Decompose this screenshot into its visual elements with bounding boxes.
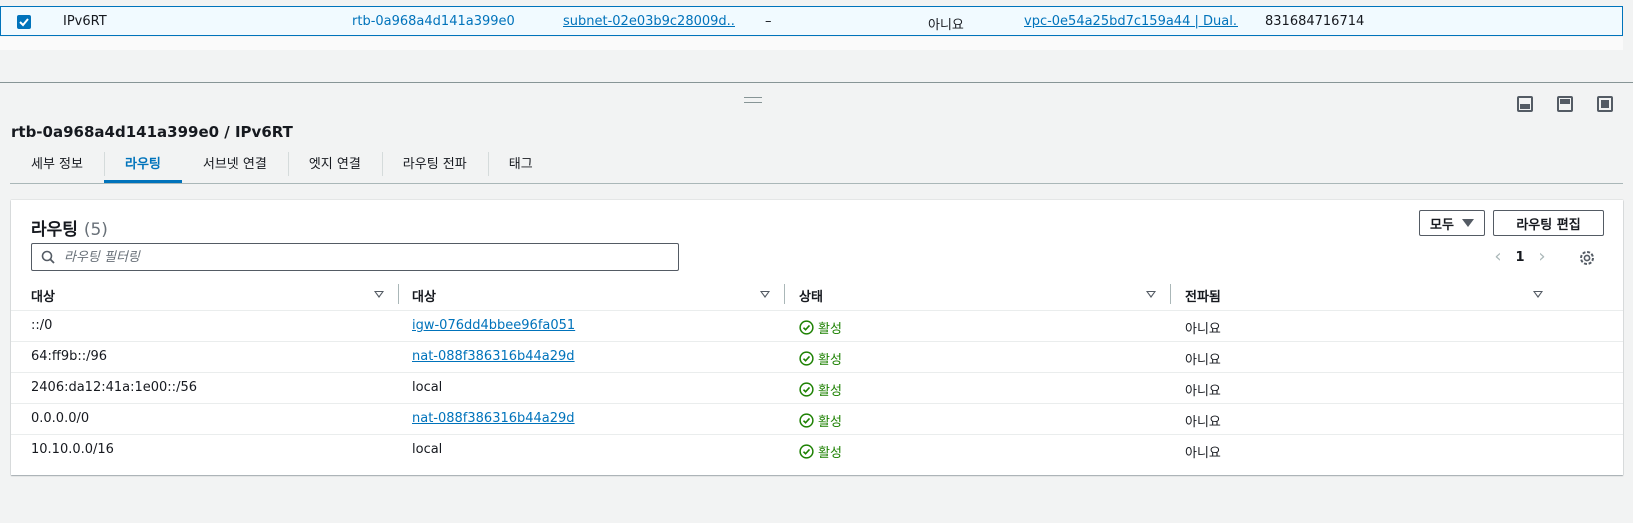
route-target[interactable]: nat-088f386316b44a29d [412, 411, 575, 426]
table-header: 대상 대상 상태 전파됨 [11, 280, 1623, 311]
status-filter-dropdown[interactable]: 모두 [1419, 210, 1485, 236]
vpc-link[interactable]: vpc-0e54a25bd7c159a44 | Dual... [1024, 14, 1238, 29]
route-destination: 64:ff9b::/96 [31, 349, 108, 364]
route-propagated: 아니요 [1185, 415, 1221, 430]
route-destination: 2406:da12:41a:1e00::/56 [31, 380, 197, 395]
panel-title: rtb-0a968a4d141a399e0 / IPv6RT [11, 123, 293, 141]
status-success-icon [799, 444, 814, 459]
route-target: local [412, 380, 443, 395]
search-icon [41, 250, 55, 264]
route-target: local [412, 442, 443, 457]
status-success-icon [799, 382, 814, 397]
route-status: 활성 [799, 411, 842, 430]
split-panel: rtb-0a968a4d141a399e0 / IPv6RT 세부 정보 라우팅… [0, 82, 1633, 523]
route-filter-search [31, 243, 679, 271]
table-body: ::/0 igw-076dd4bbee96fa051 활성 아니요 64:ff9b::/… [11, 311, 1623, 466]
sort-icon[interactable] [760, 291, 770, 298]
route-propagated: 아니요 [1185, 446, 1221, 461]
route-status-label: 활성 [818, 353, 842, 368]
route-status: 활성 [799, 318, 842, 337]
route-table-name: IPv6RT [63, 14, 107, 29]
panel-side-icon[interactable] [1557, 96, 1573, 112]
column-divider[interactable] [1170, 284, 1171, 304]
edit-routes-button[interactable]: 라우팅 편집 [1493, 210, 1604, 236]
tab-tags[interactable]: 태그 [487, 148, 554, 183]
tab-details[interactable]: 세부 정보 [10, 148, 104, 183]
drag-handle-icon[interactable] [744, 97, 762, 103]
detail-tabs: 세부 정보 라우팅 서브넷 연결 엣지 연결 라우팅 전파 태그 [10, 148, 1623, 184]
route-status-label: 활성 [818, 415, 842, 430]
col-status[interactable]: 상태 [799, 286, 823, 305]
tab-routes[interactable]: 라우팅 [103, 148, 182, 183]
panel-bottom-icon[interactable] [1517, 96, 1533, 112]
routes-count: (5) [83, 220, 108, 240]
selected-table-row[interactable]: IPv6RT rtb-0a968a4d141a399e0 subnet-02e0… [0, 6, 1623, 36]
tab-edge-associations[interactable]: 엣지 연결 [287, 148, 382, 183]
caret-down-icon [1461, 219, 1474, 227]
owner-id: 831684716714 [1265, 14, 1365, 29]
routes-card: 라우팅 (5) 모두 라우팅 편집 ‹ 1 › 대상 대상 [11, 200, 1623, 475]
table-row-spacer [0, 37, 1623, 50]
table-row: 10.10.0.0/16 local 활성 아니요 [11, 435, 1623, 466]
panel-position-controls [1517, 96, 1613, 112]
route-destination: ::/0 [31, 318, 53, 333]
pagination: ‹ 1 › [1483, 248, 1557, 266]
table-row: ::/0 igw-076dd4bbee96fa051 활성 아니요 [11, 311, 1623, 342]
main-flag: 아니요 [928, 18, 964, 33]
route-status: 활성 [799, 349, 842, 368]
column-divider[interactable] [398, 284, 399, 304]
route-destination: 10.10.0.0/16 [31, 442, 114, 457]
table-row: 2406:da12:41a:1e00::/56 local 활성 아니요 [11, 373, 1623, 404]
routes-title: 라우팅 [31, 220, 78, 240]
tab-route-propagation[interactable]: 라우팅 전파 [381, 148, 488, 183]
edge-association: – [765, 14, 772, 29]
gear-icon[interactable] [1578, 249, 1596, 267]
route-status-label: 활성 [818, 384, 842, 399]
col-propagated[interactable]: 전파됨 [1185, 286, 1221, 305]
current-page[interactable]: 1 [1513, 250, 1527, 265]
prev-page-icon[interactable]: ‹ [1483, 248, 1513, 266]
sort-icon[interactable] [1146, 291, 1156, 298]
table-row: 64:ff9b::/96 nat-088f386316b44a29d 활성 아니요 [11, 342, 1623, 373]
row-checkbox[interactable] [17, 15, 31, 29]
subnet-link[interactable]: subnet-02e03b9c28009d... [563, 14, 735, 29]
sort-icon[interactable] [1533, 291, 1543, 298]
status-filter-label: 모두 [1430, 217, 1454, 233]
route-target[interactable]: igw-076dd4bbee96fa051 [412, 318, 575, 333]
route-target[interactable]: nat-088f386316b44a29d [412, 349, 575, 364]
column-divider[interactable] [784, 284, 785, 304]
col-destination[interactable]: 대상 [31, 286, 55, 305]
route-status-label: 활성 [818, 446, 842, 461]
route-status: 활성 [799, 380, 842, 399]
route-destination: 0.0.0.0/0 [31, 411, 90, 426]
route-propagated: 아니요 [1185, 384, 1221, 399]
col-target[interactable]: 대상 [412, 286, 436, 305]
route-propagated: 아니요 [1185, 322, 1221, 337]
route-status: 활성 [799, 442, 842, 461]
route-table-id[interactable]: rtb-0a968a4d141a399e0 [352, 14, 515, 29]
table-row: 0.0.0.0/0 nat-088f386316b44a29d 활성 아니요 [11, 404, 1623, 435]
tab-subnet-associations[interactable]: 서브넷 연결 [182, 148, 288, 183]
next-page-icon[interactable]: › [1527, 248, 1557, 266]
routes-table: 대상 대상 상태 전파됨 ::/0 igw-076dd4bbee96fa051 활성… [11, 280, 1623, 466]
status-success-icon [799, 320, 814, 335]
routes-heading: 라우팅 (5) [31, 215, 108, 240]
panel-full-icon[interactable] [1597, 96, 1613, 112]
status-success-icon [799, 413, 814, 428]
route-propagated: 아니요 [1185, 353, 1221, 368]
route-status-label: 활성 [818, 322, 842, 337]
sort-icon[interactable] [374, 291, 384, 298]
search-input[interactable] [64, 246, 664, 268]
status-success-icon [799, 351, 814, 366]
